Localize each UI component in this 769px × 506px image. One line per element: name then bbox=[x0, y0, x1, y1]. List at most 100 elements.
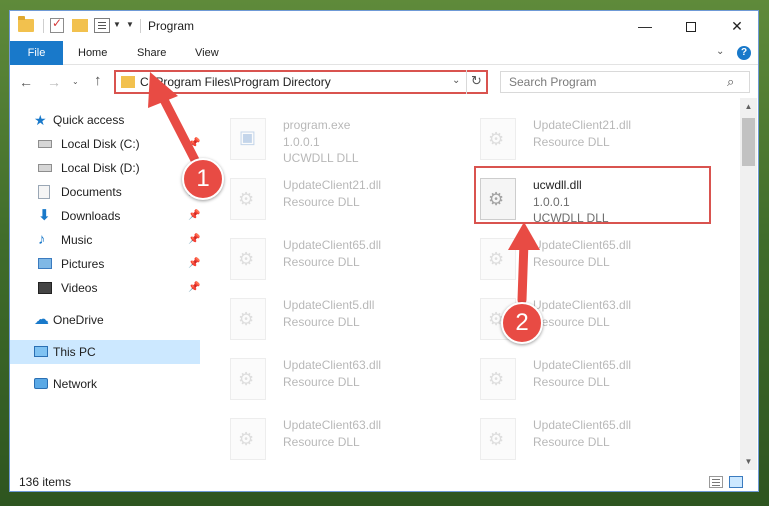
window-title: Program bbox=[148, 19, 195, 33]
sidebar-item-label: Pictures bbox=[61, 257, 105, 271]
sidebar-item-this-pc[interactable]: This PC bbox=[10, 340, 200, 364]
sidebar-item-label: This PC bbox=[53, 345, 96, 359]
file-item[interactable]: UpdateClient5.dll Resource DLL bbox=[210, 290, 450, 350]
address-path[interactable]: C:\Program Files\Program Directory bbox=[140, 75, 331, 89]
chevron-down-icon[interactable]: ▼ bbox=[113, 20, 121, 29]
tab-home[interactable]: Home bbox=[78, 41, 107, 65]
sidebar-item-documents[interactable]: Documents 📌 bbox=[10, 180, 200, 204]
videos-icon bbox=[38, 282, 52, 294]
address-bar[interactable]: C:\Program Files\Program Directory ⌄ ↻ bbox=[114, 70, 488, 94]
tab-share[interactable]: Share bbox=[137, 41, 166, 65]
sidebar-item-label: Music bbox=[61, 233, 93, 247]
help-icon[interactable]: ? bbox=[737, 46, 751, 60]
network-icon bbox=[34, 378, 48, 389]
minimize-button[interactable]: — bbox=[622, 11, 668, 41]
sidebar-item-local-disk-c[interactable]: Local Disk (C:) 📌 bbox=[10, 132, 200, 156]
sidebar-item-label: Documents bbox=[61, 185, 122, 199]
tab-file[interactable]: File bbox=[10, 41, 63, 65]
back-button[interactable]: ← bbox=[19, 74, 33, 90]
sidebar-item-quick-access[interactable]: ★ Quick access bbox=[10, 108, 200, 132]
expand-ribbon-icon[interactable]: ⌄ bbox=[716, 46, 724, 57]
file-name: UpdateClient21.dll bbox=[283, 178, 382, 192]
folder-icon bbox=[18, 16, 34, 32]
status-bar: 136 items bbox=[10, 471, 758, 491]
documents-icon bbox=[38, 185, 50, 199]
sidebar-item-local-disk-d[interactable]: Local Disk (D:) bbox=[10, 156, 200, 180]
file-description: UCWDLL DLL bbox=[283, 151, 359, 165]
address-dropdown-icon[interactable]: ⌄ bbox=[452, 75, 460, 86]
file-description: Resource DLL bbox=[283, 255, 360, 269]
sidebar-item-network[interactable]: Network bbox=[10, 372, 200, 396]
music-icon: ♪ bbox=[38, 231, 46, 248]
file-name: UpdateClient65.dll bbox=[533, 238, 632, 252]
file-item[interactable]: UpdateClient63.dll Resource DLL bbox=[210, 410, 450, 468]
tab-view[interactable]: View bbox=[195, 41, 219, 65]
dll-file-icon bbox=[230, 418, 266, 460]
search-placeholder: Search Program bbox=[509, 75, 597, 89]
sidebar-item-onedrive[interactable]: ☁ OneDrive bbox=[10, 308, 200, 332]
file-item-ucwdll-dll[interactable]: ucwdll.dll 1.0.0.1 UCWDLL DLL bbox=[460, 170, 700, 230]
sidebar-item-label: Quick access bbox=[53, 113, 125, 127]
sidebar-item-label: Local Disk (C:) bbox=[61, 137, 140, 151]
file-description: UCWDLL DLL bbox=[533, 211, 609, 225]
file-item[interactable]: UpdateClient65.dll Resource DLL bbox=[210, 230, 450, 290]
forward-button[interactable]: → bbox=[47, 74, 61, 90]
customize-toolbar-icon[interactable]: ▼ bbox=[126, 20, 134, 29]
dll-file-icon bbox=[480, 238, 516, 280]
star-icon: ★ bbox=[34, 112, 47, 128]
pin-icon: 📌 bbox=[188, 138, 201, 149]
scroll-down-icon[interactable]: ▼ bbox=[740, 453, 757, 470]
file-list: program.exe 1.0.0.1 UCWDLL DLL UpdateCli… bbox=[210, 98, 740, 468]
file-description: Resource DLL bbox=[533, 315, 610, 329]
properties-check-icon[interactable] bbox=[50, 16, 64, 33]
file-version: 1.0.0.1 bbox=[283, 135, 320, 149]
sidebar-item-label: Downloads bbox=[61, 209, 121, 223]
dll-file-icon bbox=[230, 298, 266, 340]
downloads-icon: ⬇ bbox=[38, 207, 51, 224]
file-name: UpdateClient63.dll bbox=[283, 358, 382, 372]
tiles-view-icon[interactable] bbox=[729, 476, 743, 488]
sidebar-item-downloads[interactable]: ⬇ Downloads 📌 bbox=[10, 204, 200, 228]
ribbon-tabs: File Home Share View ⌄ ? bbox=[10, 41, 758, 65]
file-item[interactable]: UpdateClient21.dll Resource DLL bbox=[460, 110, 700, 170]
sidebar-item-label: Local Disk (D:) bbox=[61, 161, 140, 175]
refresh-button[interactable]: ↻ bbox=[466, 70, 486, 94]
file-item[interactable]: UpdateClient65.dll Resource DLL bbox=[460, 350, 700, 410]
file-name: program.exe bbox=[283, 118, 351, 132]
file-item[interactable]: UpdateClient21.dll Resource DLL bbox=[210, 170, 450, 230]
exe-file-icon bbox=[230, 118, 266, 160]
pin-icon: 📌 bbox=[188, 234, 201, 245]
up-button[interactable]: ↑ bbox=[94, 72, 102, 89]
file-description: Resource DLL bbox=[533, 255, 610, 269]
file-description: Resource DLL bbox=[533, 375, 610, 389]
recent-locations-icon[interactable]: ⌄ bbox=[72, 77, 79, 86]
file-description: Resource DLL bbox=[283, 315, 360, 329]
sidebar-item-videos[interactable]: Videos 📌 bbox=[10, 276, 200, 300]
file-name: UpdateClient65.dll bbox=[283, 238, 382, 252]
file-name: UpdateClient63.dll bbox=[533, 298, 632, 312]
file-item[interactable]: UpdateClient63.dll Resource DLL bbox=[460, 290, 700, 350]
dll-file-icon bbox=[480, 418, 516, 460]
file-item[interactable]: UpdateClient65.dll Resource DLL bbox=[460, 410, 700, 468]
scroll-up-icon[interactable]: ▲ bbox=[740, 98, 757, 115]
pictures-icon bbox=[38, 258, 52, 269]
details-view-icon[interactable] bbox=[709, 476, 723, 488]
file-item[interactable]: UpdateClient63.dll Resource DLL bbox=[210, 350, 450, 410]
vertical-scrollbar[interactable]: ▲ ▼ bbox=[740, 98, 757, 470]
list-view-icon[interactable] bbox=[94, 18, 110, 33]
file-name: UpdateClient65.dll bbox=[533, 358, 632, 372]
maximize-button[interactable] bbox=[668, 11, 714, 41]
file-item-program-exe[interactable]: program.exe 1.0.0.1 UCWDLL DLL bbox=[210, 110, 450, 170]
scroll-thumb[interactable] bbox=[742, 118, 755, 166]
search-input[interactable]: Search Program ⌕ bbox=[500, 71, 750, 93]
new-folder-icon[interactable] bbox=[72, 19, 88, 32]
sidebar-item-pictures[interactable]: Pictures 📌 bbox=[10, 252, 200, 276]
file-item[interactable]: UpdateClient65.dll Resource DLL bbox=[460, 230, 700, 290]
sidebar-item-music[interactable]: ♪ Music 📌 bbox=[10, 228, 200, 252]
file-description: Resource DLL bbox=[283, 435, 360, 449]
title-bar: ▼ ▼ Program — ✕ bbox=[10, 11, 758, 41]
close-button[interactable]: ✕ bbox=[714, 11, 758, 41]
folder-icon bbox=[121, 76, 135, 88]
search-icon[interactable]: ⌕ bbox=[727, 74, 734, 90]
file-description: Resource DLL bbox=[283, 195, 360, 209]
